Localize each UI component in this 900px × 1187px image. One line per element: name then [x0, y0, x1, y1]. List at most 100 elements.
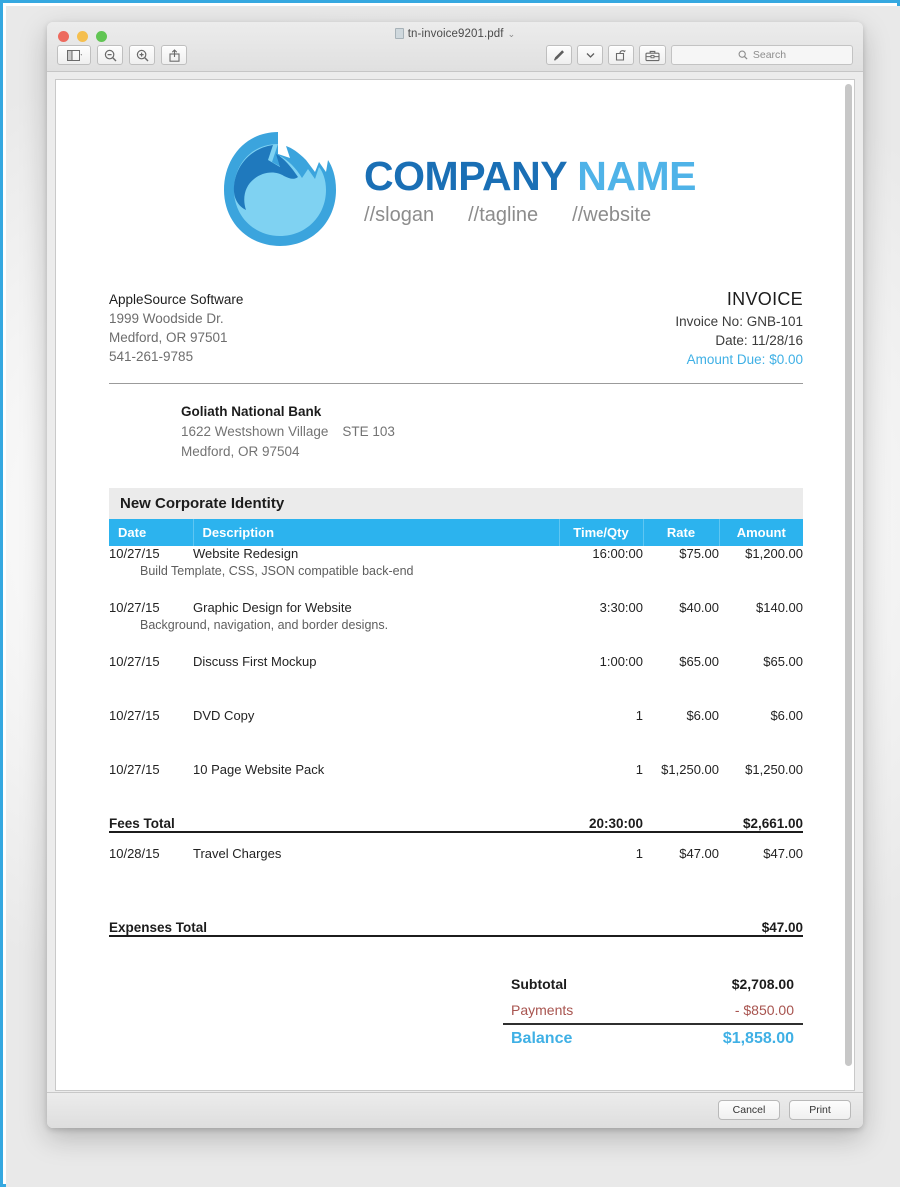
project-title-band: New Corporate Identity	[109, 488, 803, 519]
row-rate: $65.00	[679, 654, 719, 669]
table-row: 10/27/15 10 Page Website Pack 1 $1,250.0…	[109, 762, 803, 816]
bill-to-address-line-1: 1622 Westshown Village STE 103	[181, 422, 803, 442]
search-input[interactable]: Search	[671, 45, 853, 65]
bill-to-name: Goliath National Bank	[181, 404, 322, 419]
from-address-line-2: Medford, OR 97501	[109, 330, 228, 345]
spacer	[109, 832, 803, 846]
invoice-date-label: Date:	[715, 333, 748, 348]
zoom-in-button[interactable]	[129, 45, 155, 65]
row-rate: $75.00	[679, 546, 719, 561]
rotate-button[interactable]	[608, 45, 634, 65]
expenses-total-qty	[559, 920, 643, 937]
row-rate: $47.00	[679, 846, 719, 861]
balance-label: Balance	[511, 1030, 573, 1047]
row-description-text: Graphic Design for Website	[193, 600, 352, 615]
pdf-viewport[interactable]: COMPANY NAME //slogan //tagline //websit…	[55, 79, 855, 1091]
table-row: 10/27/15 DVD Copy 1 $6.00 $6.00	[109, 708, 803, 762]
amount-due-row: Amount Due: $0.00	[675, 350, 803, 369]
column-header-description[interactable]: Description	[193, 519, 560, 546]
column-header-qty[interactable]: Time/Qty	[559, 519, 644, 546]
search-icon	[738, 50, 748, 60]
company-taglines: //slogan //tagline //website	[364, 204, 696, 227]
vertical-scrollbar[interactable]	[845, 84, 852, 1086]
print-button[interactable]: Print	[789, 1100, 851, 1120]
zoom-out-button[interactable]	[97, 45, 123, 65]
row-description: 10 Page Website Pack	[193, 762, 325, 777]
tagline-website: //website	[572, 203, 652, 226]
invoice-title: INVOICE	[726, 289, 803, 309]
from-phone: 541-261-9785	[109, 349, 194, 364]
invoice-summary: Subtotal $2,708.00 Payments - $850.00 Ba…	[56, 971, 803, 1053]
invoice-meta-block: INVOICE Invoice No: GNB-101 Date: 11/28/…	[675, 290, 803, 369]
markup-dropdown-button[interactable]	[577, 45, 603, 65]
row-note: Build Template, CSS, JSON compatible bac…	[140, 564, 414, 578]
toolbar-right-group: Search	[546, 45, 853, 65]
expenses-total-label: Expenses Total	[109, 920, 559, 937]
invoice-number-label: Invoice No:	[675, 314, 743, 329]
table-row: 10/28/15 Travel Charges 1 $47.00 $47.00	[109, 846, 803, 900]
line-items-table: Date Description Time/Qty Rate Amount 10…	[109, 519, 803, 937]
spacer	[109, 900, 803, 920]
table-row: 10/27/15 Discuss First Mockup 1:00:00 $6…	[109, 654, 803, 708]
row-qty: 1	[635, 708, 643, 723]
company-word-1: COMPANY	[364, 152, 567, 199]
expenses-total-amount: $47.00	[719, 920, 803, 937]
chevron-down-icon[interactable]: ⌄	[508, 29, 516, 39]
bill-to-block: Goliath National Bank 1622 Westshown Vil…	[181, 402, 803, 462]
row-qty: 1:00:00	[599, 654, 643, 669]
row-description: DVD Copy	[193, 708, 255, 723]
window-title[interactable]: tn-invoice9201.pdf ⌄	[47, 28, 863, 40]
table-row: 10/27/15 Website Redesign Build Template…	[109, 546, 803, 600]
preview-window: tn-invoice9201.pdf ⌄ Search COMPANY NAME…	[47, 22, 863, 1128]
table-row: 10/27/15 Graphic Design for Website Back…	[109, 600, 803, 654]
column-header-amount[interactable]: Amount	[719, 519, 803, 546]
window-title-text: tn-invoice9201.pdf	[407, 28, 504, 40]
column-header-rate[interactable]: Rate	[643, 519, 720, 546]
row-rate: $1,250.00	[661, 762, 719, 777]
table-header: Date Description Time/Qty Rate Amount	[109, 519, 803, 546]
subtotal-row: Subtotal $2,708.00	[503, 971, 803, 997]
invoice-number-row: Invoice No: GNB-101	[675, 312, 803, 331]
bill-to-suite: STE 103	[342, 424, 395, 439]
balance-row: Balance $1,858.00	[503, 1024, 803, 1053]
markup-pen-button[interactable]	[546, 45, 572, 65]
invoice-date-value: 11/28/16	[751, 333, 803, 348]
expenses-total-row: Expenses Total $47.00	[109, 920, 803, 937]
fees-total-row: Fees Total 20:30:00 $2,661.00	[109, 816, 803, 833]
column-header-date[interactable]: Date	[109, 519, 194, 546]
row-amount: $6.00	[770, 708, 803, 723]
amount-due-value: $0.00	[769, 352, 803, 367]
toolbox-icon	[645, 50, 660, 61]
row-date: 10/27/15	[109, 708, 160, 723]
magnifier-plus-icon	[136, 49, 148, 61]
cancel-button[interactable]: Cancel	[718, 1100, 780, 1120]
row-amount: $1,250.00	[745, 762, 803, 777]
header-divider	[109, 383, 803, 384]
company-logo-text: COMPANY NAME //slogan //tagline //websit…	[364, 152, 696, 227]
sheet-buttons: Cancel Print	[718, 1100, 851, 1120]
scrollbar-thumb[interactable]	[845, 84, 852, 1066]
rotate-icon	[615, 49, 626, 61]
invoice-logo-header: COMPANY NAME //slogan //tagline //websit…	[56, 80, 854, 254]
row-qty: 1	[635, 846, 643, 861]
pen-icon	[554, 49, 564, 60]
toolbar-left-group	[57, 45, 187, 65]
company-name: COMPANY NAME	[364, 152, 696, 199]
row-description-text: Website Redesign	[193, 546, 299, 561]
toolkit-button[interactable]	[639, 45, 666, 65]
subtotal-value: $2,708.00	[731, 976, 794, 992]
summary-table: Subtotal $2,708.00 Payments - $850.00 Ba…	[503, 971, 803, 1053]
row-amount: $65.00	[763, 654, 803, 669]
row-amount: $47.00	[763, 846, 803, 861]
sidebar-toggle-button[interactable]	[57, 45, 91, 65]
row-amount: $1,200.00	[745, 546, 803, 561]
fees-total-amount: $2,661.00	[719, 816, 803, 833]
row-rate: $6.00	[686, 708, 719, 723]
share-button[interactable]	[161, 45, 187, 65]
row-qty: 1	[635, 762, 643, 777]
row-rate: $40.00	[679, 600, 719, 615]
subtotal-label: Subtotal	[511, 976, 567, 992]
row-date: 10/27/15	[109, 654, 160, 669]
invoice-page: COMPANY NAME //slogan //tagline //websit…	[56, 80, 854, 1053]
amount-due-label: Amount Due:	[686, 352, 766, 367]
